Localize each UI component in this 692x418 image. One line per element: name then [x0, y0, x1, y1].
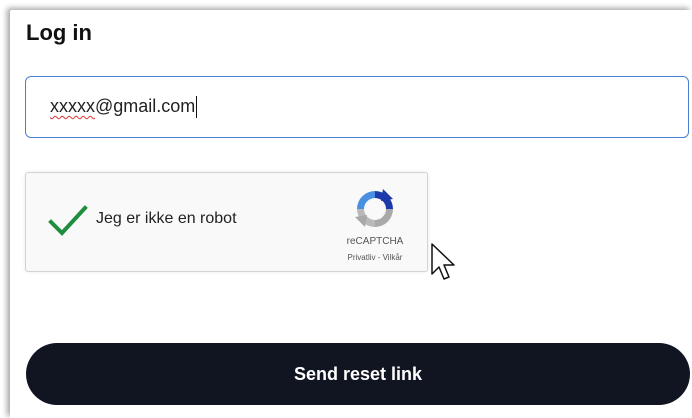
send-reset-link-button[interactable]: Send reset link — [26, 343, 690, 405]
email-field[interactable]: xxxxx@gmail.com — [25, 76, 689, 138]
check-icon[interactable] — [48, 203, 88, 239]
email-value-misspelled-part: xxxxx — [50, 95, 95, 116]
screen: Log in xxxxx@gmail.com Jeg er ikke en ro… — [0, 0, 692, 418]
recaptcha-brand: reCAPTCHA — [346, 236, 404, 247]
recaptcha-widget: Jeg er ikke en robot reCAPTCHA Privatliv… — [25, 172, 428, 272]
email-value-domain: @gmail.com — [95, 95, 196, 116]
login-panel: Log in xxxxx@gmail.com Jeg er ikke en ro… — [10, 10, 692, 418]
recaptcha-privacy-terms-links[interactable]: Privatliv - Vilkår — [326, 253, 424, 262]
page-title: Log in — [26, 20, 92, 45]
recaptcha-label[interactable]: Jeg er ikke en robot — [96, 210, 237, 228]
email-value: xxxxx@gmail.com — [50, 95, 198, 119]
recaptcha-logo-icon — [355, 189, 393, 227]
mouse-pointer-icon — [431, 243, 455, 280]
text-caret — [196, 96, 198, 119]
